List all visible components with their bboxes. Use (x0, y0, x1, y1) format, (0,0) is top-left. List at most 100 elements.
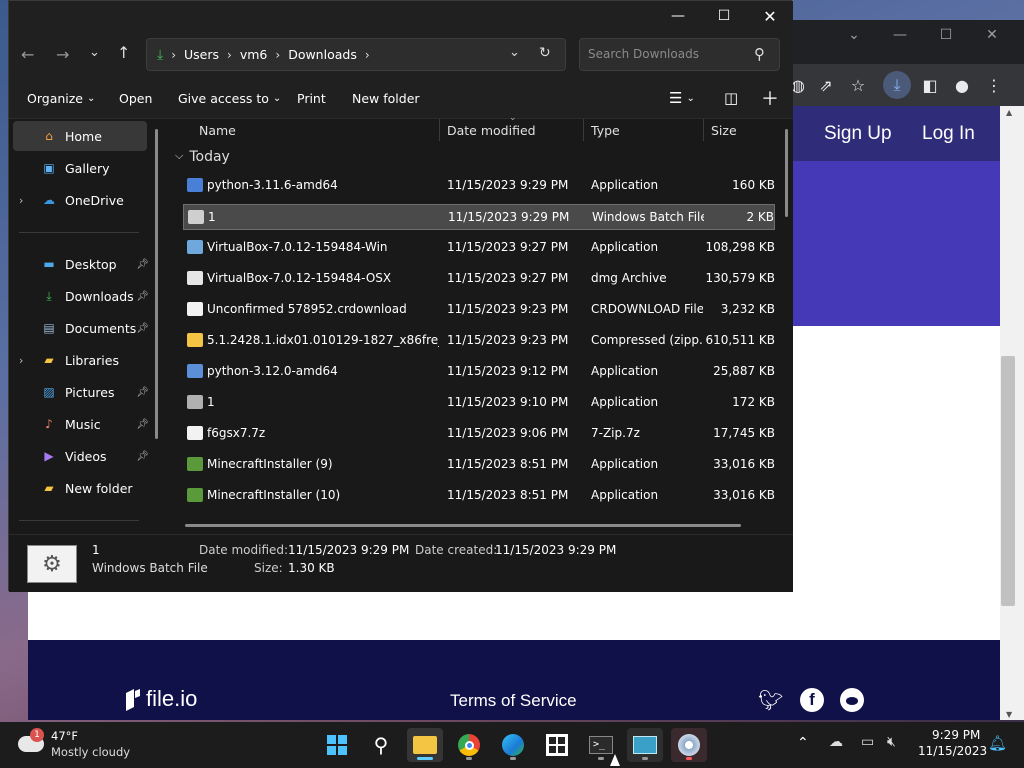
file-row[interactable]: VirtualBox-7.0.12-159484-Win 11/15/2023 9… (183, 235, 775, 261)
column-divider[interactable] (439, 119, 440, 141)
up-icon[interactable]: ↑ (117, 43, 130, 62)
nav-item-home[interactable]: ⌂ Home (13, 121, 147, 151)
column-label: Size (711, 122, 737, 138)
nav-item-videos[interactable]: ▶ Videos 📌︎ (13, 441, 149, 471)
download-icon[interactable]: ⤓ (883, 71, 911, 99)
nav-item-documents[interactable]: ▤ Documents 📌︎ (13, 313, 149, 343)
forward-icon[interactable]: → (56, 45, 69, 64)
profile-icon[interactable]: ● (948, 71, 976, 99)
breadcrumb-users[interactable]: Users (184, 47, 219, 62)
column-divider[interactable] (583, 119, 584, 141)
share-icon[interactable]: ⇗ (812, 71, 840, 99)
taskbar-chrome[interactable] (451, 728, 487, 762)
start-button[interactable] (319, 728, 355, 762)
address-bar[interactable]: ⤓ › Users › vm6 › Downloads › ⌄ ↻ (146, 38, 566, 71)
onedrive-tray-icon[interactable]: ☁ (829, 734, 843, 750)
nav-scrollbar[interactable] (155, 129, 158, 439)
print-button[interactable]: Print (297, 77, 326, 119)
address-dropdown-icon[interactable]: ⌄ (509, 45, 520, 60)
twitter-icon[interactable]: 🐦︎ (758, 688, 783, 712)
file-list-hscroll-thumb[interactable] (185, 524, 741, 527)
view-list-icon[interactable]: ☰ ⌄ (669, 77, 695, 119)
column-header-date[interactable]: Date modified (447, 119, 536, 141)
nav-item-pictures[interactable]: ▨ Pictures 📌︎ (13, 377, 149, 407)
add-icon[interactable]: ＋ (761, 77, 779, 119)
column-header-size[interactable]: Size (711, 119, 737, 141)
file-row[interactable]: f6gsx7.7z 11/15/2023 9:06 PM 7-Zip.7z 17,74… (183, 421, 775, 447)
expand-chevron-icon[interactable]: › (19, 354, 23, 367)
weather-widget[interactable]: 1 47°F Mostly cloudy (14, 728, 134, 762)
close-icon[interactable]: ✕ (969, 20, 1015, 50)
file-name: f6gsx7.7z (207, 426, 266, 440)
back-icon[interactable]: ← (21, 45, 34, 64)
column-header-type[interactable]: Type (591, 119, 620, 141)
taskbar-file-explorer[interactable] (407, 728, 443, 762)
bookmark-star-icon[interactable]: ☆ (844, 71, 872, 99)
column-header-name[interactable]: Name (199, 119, 236, 141)
network-icon[interactable]: ▭ (861, 734, 874, 750)
file-row[interactable]: 1 11/15/2023 9:10 PM Application 172 KB (183, 390, 775, 416)
nav-item-gallery[interactable]: ▣ Gallery (13, 153, 147, 183)
volume-muted-icon[interactable]: 🔇︎ (887, 734, 896, 750)
refresh-icon[interactable]: ↻ (539, 45, 551, 61)
show-hidden-icons-icon[interactable]: ⌃ (797, 735, 809, 751)
breadcrumb-vm6[interactable]: vm6 (240, 47, 268, 62)
nav-item-libraries[interactable]: › ▰ Libraries (13, 345, 147, 375)
group-header-today[interactable]: ⌵ Today (175, 149, 230, 165)
taskbar-app-store[interactable] (539, 728, 575, 762)
file-list-vscroll-thumb[interactable] (785, 129, 788, 217)
clock-time[interactable]: 9:29 PM (932, 728, 980, 742)
new-folder-button[interactable]: New folder (352, 77, 420, 119)
file-row[interactable]: 5.1.2428.1.idx01.010129-1827_x86fre_clie… (183, 328, 775, 354)
open-button[interactable]: Open (119, 77, 152, 119)
taskbar-remote-desktop[interactable] (627, 728, 663, 762)
scroll-up-icon[interactable]: ▲ (1006, 108, 1012, 117)
minimize-icon[interactable]: — (655, 1, 701, 31)
file-row[interactable]: python-3.12.0-amd64 11/15/2023 9:12 PM App… (183, 359, 775, 385)
maximize-icon[interactable]: ☐ (923, 20, 969, 50)
facebook-icon[interactable]: f (800, 688, 824, 712)
notification-bell-icon[interactable]: 🔔︎ (988, 734, 1007, 752)
taskbar-edge[interactable] (495, 728, 531, 762)
file-row[interactable]: 1 11/15/2023 9:29 PM Windows Batch File 2 K… (183, 204, 775, 230)
maximize-icon[interactable]: ☐ (701, 1, 747, 31)
minimize-icon[interactable]: — (877, 20, 923, 50)
clock-date[interactable]: 11/15/2023 (918, 744, 987, 758)
nav-item-new-folder[interactable]: ▰ New folder (13, 473, 147, 503)
file-row[interactable]: Unconfirmed 578952.crdownload 11/15/2023 … (183, 297, 775, 323)
menu-kebab-icon[interactable]: ⋮ (980, 71, 1008, 99)
file-row[interactable]: MinecraftInstaller (9) 11/15/2023 8:51 PM… (183, 452, 775, 478)
search-icon[interactable]: ⚲ (363, 728, 399, 762)
reddit-icon[interactable] (840, 688, 864, 712)
side-panel-icon[interactable]: ◧ (916, 71, 944, 99)
taskbar-installer[interactable] (671, 728, 707, 762)
signup-link[interactable]: Sign Up (824, 123, 892, 145)
terms-link[interactable]: Terms of Service (450, 691, 577, 711)
edge-icon (502, 734, 524, 756)
file-row[interactable]: MinecraftInstaller (10) 11/15/2023 8:51 P… (183, 483, 775, 509)
nav-item-onedrive[interactable]: › ☁ OneDrive (13, 185, 147, 215)
file-size: 33,016 KB (713, 488, 775, 502)
fileio-logo[interactable]: file.io (124, 686, 197, 712)
browser-scroll-thumb[interactable] (1001, 356, 1015, 606)
preview-pane-icon[interactable]: ◫ (724, 77, 738, 119)
search-input[interactable]: Search Downloads ⚲ (579, 38, 780, 71)
column-divider[interactable] (703, 119, 704, 141)
logo-text: file.io (146, 686, 198, 711)
file-row[interactable]: python-3.11.6-amd64 11/15/2023 9:29 PM App… (183, 173, 775, 199)
nav-item-downloads[interactable]: ⤓ Downloads 📌︎ (13, 281, 149, 311)
scroll-down-icon[interactable]: ▼ (1006, 710, 1012, 719)
tab-search-icon[interactable]: ⌄ (831, 20, 877, 50)
file-row[interactable]: VirtualBox-7.0.12-159484-OSX 11/15/2023 9… (183, 266, 775, 292)
expand-chevron-icon[interactable]: › (19, 194, 23, 207)
nav-item-music[interactable]: ♪ Music 📌︎ (13, 409, 149, 439)
nav-item-desktop[interactable]: ▬ Desktop 📌︎ (13, 249, 149, 279)
recent-locations-icon[interactable]: ⌄ (89, 45, 100, 60)
breadcrumb-downloads[interactable]: Downloads (288, 47, 357, 62)
organize-button[interactable]: Organize ⌄ (27, 77, 95, 119)
login-link[interactable]: Log In (922, 123, 975, 145)
column-label: Name (199, 122, 236, 138)
close-icon[interactable]: ✕ (747, 1, 793, 31)
pin-icon: 📌︎ (136, 386, 149, 398)
give-access-button[interactable]: Give access to ⌄ (178, 77, 281, 119)
